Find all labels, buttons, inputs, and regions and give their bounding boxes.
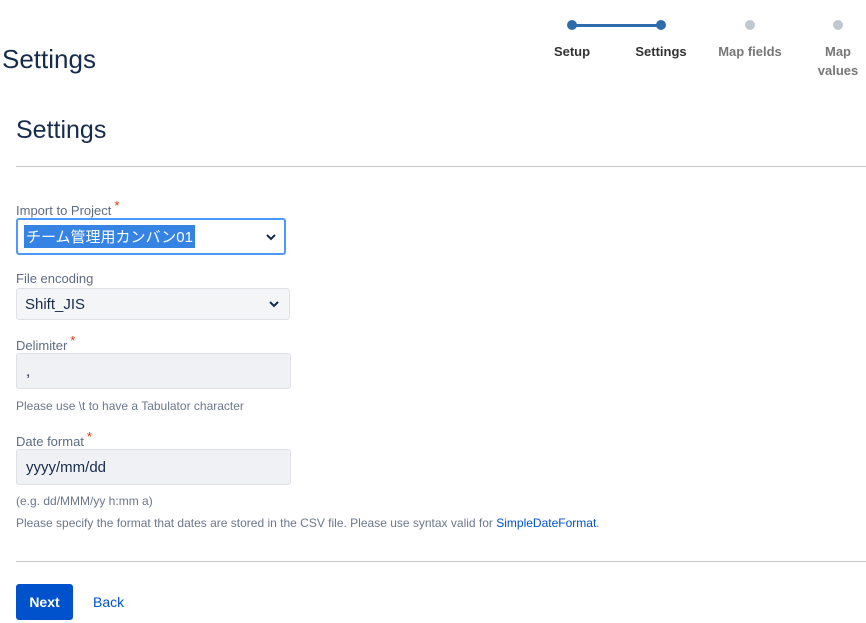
step-map-values: Map values bbox=[804, 14, 866, 80]
back-button[interactable]: Back bbox=[85, 584, 132, 620]
step-label: Map values bbox=[817, 44, 859, 78]
date-format-input[interactable]: yyyy/mm/dd bbox=[16, 449, 291, 485]
date-format-example: (e.g. dd/MMM/yy h:mm a) bbox=[16, 494, 153, 508]
step-dot bbox=[656, 20, 666, 30]
delimiter-label: Delimiter * bbox=[16, 333, 76, 353]
step-dot bbox=[833, 20, 843, 30]
delimiter-help: Please use \t to have a Tabulator charac… bbox=[16, 399, 244, 413]
required-marker: * bbox=[86, 429, 92, 444]
project-label: Import to Project * bbox=[16, 198, 120, 218]
next-button[interactable]: Next bbox=[16, 584, 73, 620]
step-label: Settings bbox=[635, 44, 687, 59]
encoding-select[interactable]: Shift_JIS bbox=[16, 288, 290, 320]
step-dot bbox=[567, 20, 577, 30]
divider bbox=[16, 561, 866, 562]
step-dot bbox=[745, 20, 755, 30]
required-marker: * bbox=[70, 333, 76, 348]
step-settings: Settings bbox=[619, 14, 703, 61]
simpledateformat-link[interactable]: SimpleDateFormat bbox=[496, 516, 596, 530]
date-format-label: Date format * bbox=[16, 429, 92, 449]
project-select[interactable]: チーム管理用カンバン01 bbox=[16, 218, 286, 255]
chevron-down-icon bbox=[266, 233, 276, 240]
progress-tracker: Setup Settings Map fields Map values bbox=[530, 14, 866, 84]
encoding-select-value: Shift_JIS bbox=[25, 295, 86, 313]
delimiter-input[interactable]: , bbox=[16, 353, 291, 389]
chevron-down-icon bbox=[269, 301, 279, 308]
step-label: Setup bbox=[553, 44, 591, 59]
required-marker: * bbox=[114, 198, 120, 213]
divider bbox=[16, 166, 866, 167]
page-title: Settings bbox=[2, 44, 96, 74]
step-map-fields: Map fields bbox=[708, 14, 792, 61]
step-label: Map fields bbox=[718, 44, 782, 59]
section-title: Settings bbox=[16, 116, 107, 144]
project-select-value: チーム管理用カンバン01 bbox=[24, 225, 195, 248]
encoding-label: File encoding bbox=[16, 271, 94, 286]
date-format-help: Please specify the format that dates are… bbox=[16, 516, 600, 530]
step-setup: Setup bbox=[530, 14, 614, 61]
